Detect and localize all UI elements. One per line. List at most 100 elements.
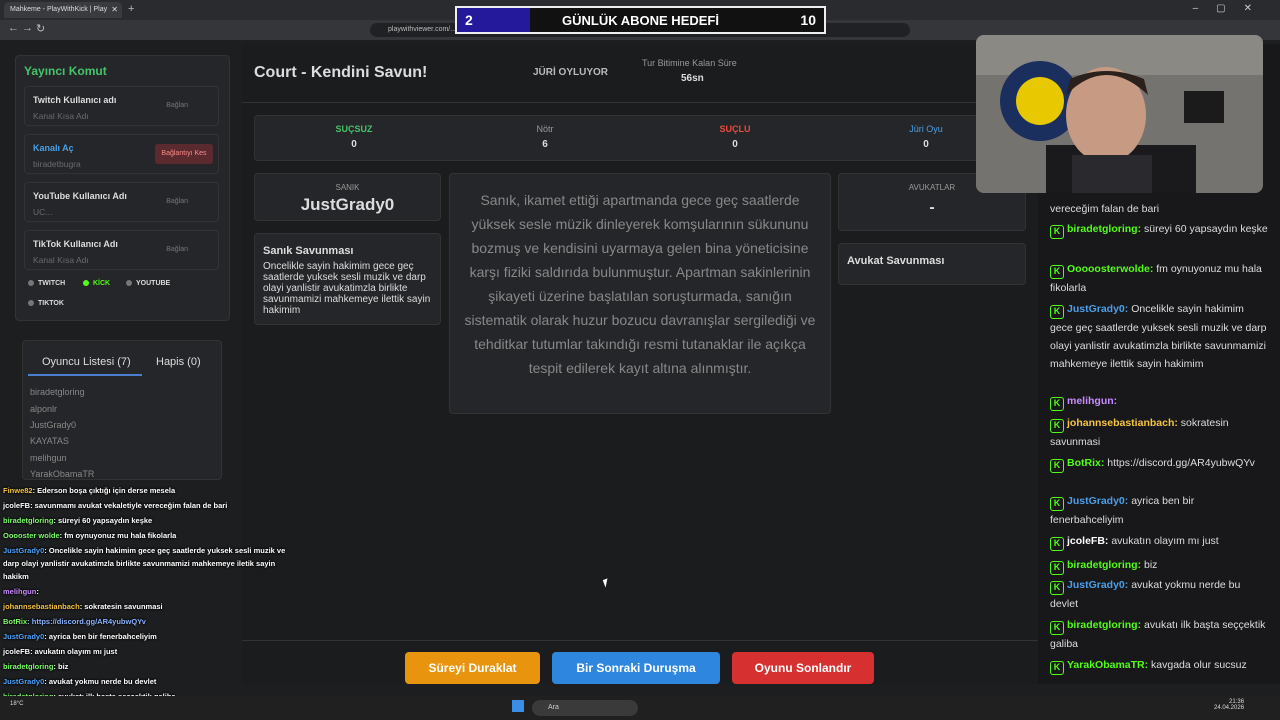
- chat-username[interactable]: biradetgloring:: [1067, 619, 1141, 631]
- lawyer-defense-title: Avukat Savunması: [847, 255, 945, 267]
- forward-icon[interactable]: →: [22, 22, 33, 34]
- defendant-label: SANIK: [335, 183, 360, 192]
- taskbar-search[interactable]: Ara: [532, 700, 638, 716]
- tab-jail[interactable]: Hapis (0): [156, 356, 201, 368]
- disconnect-button[interactable]: Bağlantıyı Kes: [155, 144, 213, 164]
- platform-kick[interactable]: KİCK: [83, 280, 110, 287]
- lawyers-value: -: [929, 199, 935, 216]
- platform-twitch[interactable]: TWITCH: [28, 280, 65, 287]
- chat-username[interactable]: biradetgloring:: [1067, 559, 1141, 571]
- overlay-chat-text: : savunmamı avukat vekaletiyle vereceğim…: [30, 501, 228, 510]
- browser-tab[interactable]: Mahkeme - PlayWithKick | Play ✕: [4, 2, 122, 18]
- chat-message: vereceğim falan de bari: [1050, 200, 1268, 218]
- account-input[interactable]: Kanal Kısa Adı: [33, 255, 89, 265]
- overlay-chat-user: jcoleFB: [3, 501, 31, 510]
- windows-start-icon[interactable]: [512, 700, 524, 712]
- overlay-chat-text: : avukatın olayım mı just: [30, 647, 118, 656]
- chat-username[interactable]: JustGrady0:: [1067, 495, 1128, 507]
- overlay-chat-user: melihgun: [3, 587, 37, 596]
- player-item[interactable]: alponlr: [30, 404, 57, 414]
- kick-account-card: Kanalı Aç biradetbugra Bağlantıyı Kes: [24, 134, 219, 174]
- twitch-account-card: Twitch Kullanıcı adı Kanal Kısa Adı Bağl…: [24, 86, 219, 126]
- defendant-defense-card: Sanık Savunması Oncelikle sayin hakimim …: [254, 233, 441, 325]
- window-controls[interactable]: –▢✕: [1193, 3, 1270, 14]
- account-input[interactable]: Kanal Kısa Adı: [33, 111, 89, 121]
- active-tab-indicator: [28, 374, 142, 376]
- back-icon[interactable]: ←: [8, 22, 19, 34]
- overlay-chat-line: darp olayi yanlistir avukatimzla birlikt…: [3, 559, 275, 568]
- chat-username[interactable]: melihgun:: [1067, 395, 1117, 407]
- chat-message: Kjohannsebastianbach: sokratesin savunma…: [1050, 414, 1268, 451]
- stat-innocent: SUÇSUZ 0: [335, 124, 373, 150]
- overlay-chat-user: biradetgloring: [3, 516, 54, 525]
- chat-username[interactable]: biradetgloring:: [1067, 223, 1141, 235]
- webcam-feed: [976, 35, 1263, 193]
- stat-jury-vote: Jüri Oyu 0: [909, 124, 943, 150]
- tab-title: Mahkeme - PlayWithKick | Play: [10, 6, 108, 13]
- weather-widget[interactable]: 18°C: [10, 701, 23, 707]
- player-item[interactable]: KAYATAS: [30, 436, 69, 446]
- overlay-chat-text: : ayrica ben bir fenerbahceliyim: [44, 632, 157, 641]
- connect-button[interactable]: Bağlan: [166, 198, 188, 205]
- account-input[interactable]: UC...: [33, 207, 52, 217]
- chat-message: KjcoleFB: avukatın olayım mı just: [1050, 532, 1268, 551]
- reload-icon[interactable]: ↻: [36, 22, 45, 35]
- overlay-chat-line: jcoleFB: avukatın olayım mı just: [3, 647, 117, 656]
- player-item[interactable]: YarakObamaTR: [30, 469, 94, 479]
- kick-badge-icon: K: [1050, 537, 1064, 551]
- tab-player-list[interactable]: Oyuncu Listesi (7): [42, 356, 131, 368]
- chat-username[interactable]: YarakObamaTR:: [1067, 659, 1148, 671]
- taskbar: [0, 696, 1280, 720]
- overlay-chat-text: : https://discord.gg/AR4yubwQYv: [27, 617, 146, 626]
- lawyer-defense-card: Avukat Savunması: [838, 243, 1026, 285]
- chat-message: K JustGrady0: ayrica ben bir fenerbahceli…: [1050, 492, 1268, 529]
- platform-tiktok[interactable]: TIKTOK: [28, 300, 64, 307]
- chat-username[interactable]: johannsebastianbach:: [1067, 417, 1178, 429]
- next-hearing-button[interactable]: Bir Sonraki Duruşma: [552, 652, 720, 684]
- kick-badge-icon: K: [1050, 581, 1064, 595]
- overlay-chat-text: : süreyi 60 yapsaydın keşke: [53, 516, 153, 525]
- chat-message: K JustGrady0: avukat yokmu nerde bu devle…: [1050, 576, 1268, 613]
- chat-message: K Ooooosterwolde: fm oynuyonuz mu hala fi…: [1050, 260, 1268, 297]
- overlay-chat-text: hakikm: [3, 572, 29, 581]
- chat-username[interactable]: BotRix:: [1067, 457, 1104, 469]
- stat-neutral: Nötr 6: [536, 124, 554, 150]
- player-item[interactable]: JustGrady0: [30, 420, 76, 430]
- overlay-chat-text: : biz: [53, 662, 69, 671]
- pause-timer-button[interactable]: Süreyi Duraklat: [405, 652, 540, 684]
- overlay-chat-text: : Ederson boşa çıktığı için derse mesela: [32, 486, 176, 495]
- platform-youtube[interactable]: YOUTUBE: [126, 280, 170, 287]
- connect-button[interactable]: Bağlan: [166, 246, 188, 253]
- account-title: YouTube Kullanıcı Adı: [33, 191, 127, 201]
- player-item[interactable]: biradetgloring: [30, 387, 85, 397]
- player-item[interactable]: melihgun: [30, 453, 67, 463]
- overlay-chat-user: biradetgloring: [3, 662, 54, 671]
- chat-username[interactable]: JustGrady0:: [1067, 579, 1128, 591]
- close-tab-icon[interactable]: ✕: [111, 5, 118, 14]
- chat-text: https://discord.gg/AR4yubwQYv: [1104, 457, 1255, 469]
- overlay-chat-line: biradetgloring: biz: [3, 662, 68, 671]
- overlay-chat-user: BotRix: [3, 617, 28, 626]
- kick-badge-icon: K: [1050, 397, 1064, 411]
- kick-badge-icon: K: [1050, 419, 1064, 433]
- overlay-chat-line: johannsebastianbach: sokratesin savunmas…: [3, 602, 163, 611]
- chat-username[interactable]: Ooooosterwolde:: [1067, 263, 1153, 275]
- connect-button[interactable]: Bağlan: [166, 102, 188, 109]
- account-input[interactable]: biradetbugra: [33, 159, 81, 169]
- youtube-account-card: YouTube Kullanıcı Adı UC... Bağlan: [24, 182, 219, 222]
- chat-username[interactable]: JustGrady0:: [1067, 303, 1128, 315]
- overlay-chat-text: :: [36, 587, 39, 596]
- end-game-button[interactable]: Oyunu Sonlandır: [732, 652, 874, 684]
- chat-username[interactable]: jcoleFB:: [1067, 535, 1108, 547]
- overlay-chat-text: darp olayi yanlistir avukatimzla birlikt…: [3, 559, 276, 568]
- new-tab-icon[interactable]: +: [128, 3, 134, 15]
- overlay-chat-line: JustGrady0: ayrica ben bir fenerbahceliy…: [3, 632, 157, 641]
- taskbar-clock[interactable]: 21:36 24.04.2026: [1214, 699, 1244, 711]
- stat-guilty: SUÇLU 0: [719, 124, 751, 150]
- overlay-chat-line: melihgun:: [3, 587, 39, 596]
- webcam-image: [976, 35, 1263, 193]
- kick-badge-icon: K: [1050, 459, 1064, 473]
- overlay-chat-user: johannsebastianbach: [3, 602, 80, 611]
- timer-value: 56sn: [681, 73, 704, 84]
- kick-badge-icon: K: [1050, 661, 1064, 675]
